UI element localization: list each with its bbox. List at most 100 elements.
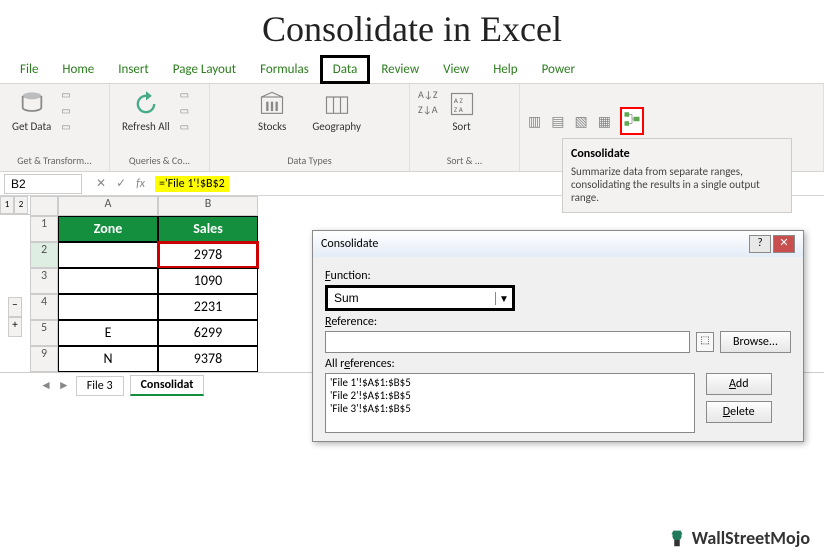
tab-power[interactable]: Power xyxy=(530,56,587,83)
consolidate-dialog: Consolidate ? ✕ Function: ▼ Reference: ⬚… xyxy=(312,230,804,442)
cell-a5[interactable]: E xyxy=(58,320,158,346)
sort-za-button[interactable]: Z↓A xyxy=(418,103,438,116)
cell-a1[interactable]: Zone xyxy=(58,216,158,242)
dialog-help-button[interactable]: ? xyxy=(749,235,771,253)
edit-links-icon[interactable]: ▭ xyxy=(180,120,194,134)
function-value[interactable] xyxy=(328,288,495,308)
fx-icon[interactable]: fx xyxy=(136,177,145,191)
group-data-types-label: Data Types xyxy=(218,154,401,167)
reference-input[interactable] xyxy=(325,331,690,353)
browse-button[interactable]: Browse... xyxy=(720,331,791,353)
row-header[interactable]: 2 xyxy=(30,242,58,268)
sheet-tab-consolidate[interactable]: Consolidat xyxy=(130,375,205,396)
reference-label: Reference: xyxy=(325,315,791,329)
from-text-icon[interactable]: ▭ xyxy=(61,88,75,102)
collapse-dialog-icon[interactable]: ⬚ xyxy=(696,332,714,352)
tab-file[interactable]: File xyxy=(8,56,50,83)
properties-icon[interactable]: ▭ xyxy=(180,104,194,118)
ribbon-tabs: File Home Insert Page Layout Formulas Da… xyxy=(0,56,824,84)
group-queries-label: Queries & Co... xyxy=(118,154,201,167)
cell-a2[interactable] xyxy=(58,242,158,268)
sheet-tab-file3[interactable]: File 3 xyxy=(76,376,124,396)
row-header[interactable]: 5 xyxy=(30,320,58,346)
function-label: Function: xyxy=(325,269,791,283)
row-header[interactable]: 1 xyxy=(30,216,58,242)
remove-duplicates-icon[interactable]: ▧ xyxy=(574,113,587,130)
group-sort-label: Sort & ... xyxy=(418,154,511,167)
tab-insert[interactable]: Insert xyxy=(106,56,161,83)
dropdown-icon[interactable]: ▼ xyxy=(495,292,512,305)
cancel-icon[interactable]: ✕ xyxy=(96,176,106,191)
cell-a4[interactable] xyxy=(58,294,158,320)
refresh-icon xyxy=(132,90,160,118)
sort-az-button[interactable]: A↓Z xyxy=(418,88,438,101)
col-header-a[interactable]: A xyxy=(58,196,158,216)
text-to-columns-icon[interactable]: ▥ xyxy=(528,113,541,130)
reference-item[interactable]: 'File 1'!$A$1:$B$5 xyxy=(330,376,690,389)
tab-nav-prev-icon[interactable]: ◄ xyxy=(40,378,52,393)
outline-level-1[interactable]: 1 xyxy=(0,196,14,214)
tab-formulas[interactable]: Formulas xyxy=(248,56,321,83)
row-header[interactable]: 4 xyxy=(30,294,58,320)
group-get-transform-label: Get & Transform... xyxy=(8,154,101,167)
geography-icon xyxy=(323,90,351,118)
sort-label: Sort xyxy=(452,120,470,133)
cell-b2[interactable]: 2978 xyxy=(158,242,258,268)
cell-a3[interactable] xyxy=(58,268,158,294)
outline-collapse[interactable]: − xyxy=(8,297,22,317)
get-data-button[interactable]: Get Data xyxy=(8,88,55,135)
cell-a9[interactable]: N xyxy=(58,346,158,372)
stocks-button[interactable]: Stocks xyxy=(254,88,290,135)
data-validation-icon[interactable]: ▦ xyxy=(598,113,611,130)
geography-button[interactable]: Geography xyxy=(308,88,365,135)
all-references-list[interactable]: 'File 1'!$A$1:$B$5 'File 2'!$A$1:$B$5 'F… xyxy=(325,373,695,433)
tab-home[interactable]: Home xyxy=(50,56,106,83)
tab-nav-next-icon[interactable]: ► xyxy=(58,378,70,393)
row-header[interactable]: 9 xyxy=(30,346,58,372)
dialog-close-button[interactable]: ✕ xyxy=(773,235,795,253)
cell-b1[interactable]: Sales xyxy=(158,216,258,242)
cell-b9[interactable]: 9378 xyxy=(158,346,258,372)
mojo-icon xyxy=(666,527,688,549)
sort-icon: A ZZ A xyxy=(448,90,476,118)
name-box[interactable] xyxy=(4,174,82,194)
cell-b3[interactable]: 1090 xyxy=(158,268,258,294)
queries-icon[interactable]: ▭ xyxy=(180,88,194,102)
tab-help[interactable]: Help xyxy=(481,56,529,83)
svg-text:Z A: Z A xyxy=(453,105,463,114)
refresh-all-button[interactable]: Refresh All xyxy=(118,88,174,135)
function-select[interactable]: ▼ xyxy=(325,285,515,311)
all-references-label: All references: xyxy=(325,357,791,371)
outline-level-2[interactable]: 2 xyxy=(14,196,28,214)
tooltip-title: Consolidate xyxy=(571,147,783,161)
svg-text:A Z: A Z xyxy=(453,96,463,105)
enter-icon[interactable]: ✓ xyxy=(116,176,126,191)
brand-logo: WallStreetMojo xyxy=(666,527,810,549)
worksheet-grid: A B 1 Zone Sales 2 2978 3 1090 4 2231 5 … xyxy=(30,196,258,372)
stocks-icon xyxy=(258,90,286,118)
delete-button[interactable]: Delete xyxy=(706,401,772,423)
consolidate-icon xyxy=(623,110,641,128)
sort-button[interactable]: A ZZ A Sort xyxy=(444,88,480,135)
consolidate-button[interactable] xyxy=(621,108,643,134)
col-header-b[interactable]: B xyxy=(158,196,258,216)
cell-b5[interactable]: 6299 xyxy=(158,320,258,346)
refresh-all-label: Refresh All xyxy=(122,120,170,133)
reference-item[interactable]: 'File 3'!$A$1:$B$5 xyxy=(330,402,690,415)
select-all-corner[interactable] xyxy=(30,196,58,216)
stocks-label: Stocks xyxy=(258,120,286,133)
tab-view[interactable]: View xyxy=(431,56,481,83)
tab-data[interactable]: Data xyxy=(321,56,370,83)
tab-page-layout[interactable]: Page Layout xyxy=(161,56,248,83)
consolidate-tooltip: Consolidate Summarize data from separate… xyxy=(562,138,792,213)
tab-review[interactable]: Review xyxy=(369,56,431,83)
reference-item[interactable]: 'File 2'!$A$1:$B$5 xyxy=(330,389,690,402)
from-web-icon[interactable]: ▭ xyxy=(61,104,75,118)
add-button[interactable]: Add xyxy=(706,373,772,395)
row-header[interactable]: 3 xyxy=(30,268,58,294)
cell-b4[interactable]: 2231 xyxy=(158,294,258,320)
outline-expand[interactable]: + xyxy=(8,317,22,337)
flash-fill-icon[interactable]: ▤ xyxy=(551,113,564,130)
dialog-title: Consolidate xyxy=(321,237,378,251)
from-table-icon[interactable]: ▭ xyxy=(61,120,75,134)
